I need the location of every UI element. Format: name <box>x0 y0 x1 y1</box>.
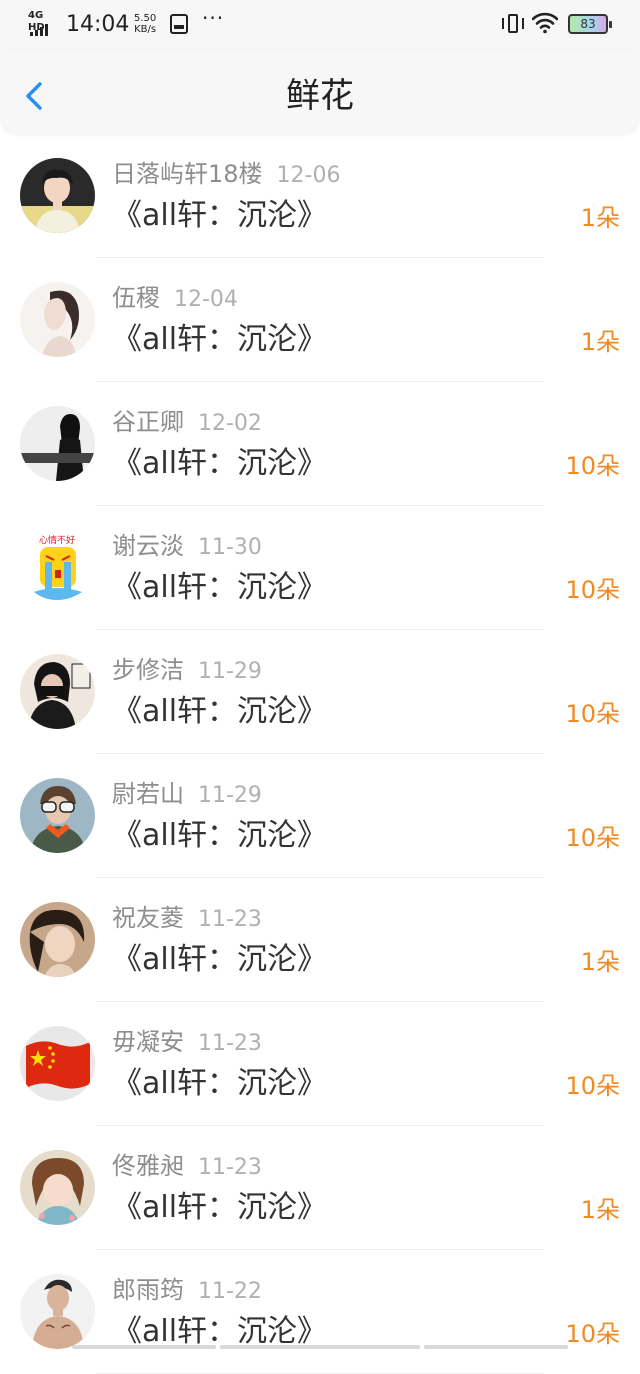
flower-count: 10朵 <box>565 1072 620 1100</box>
speed-unit: KB/s <box>134 24 157 35</box>
avatar[interactable] <box>20 406 95 481</box>
item-date: 12-04 <box>174 287 238 312</box>
avatar[interactable] <box>20 654 95 729</box>
work-title: 《all轩：沉沦》 <box>112 322 328 357</box>
work-title: 《all轩：沉沦》 <box>112 198 328 233</box>
user-name: 毋凝安 <box>112 1028 184 1056</box>
item-meta: 祝友菱 11-23 <box>112 900 262 936</box>
avatar[interactable] <box>20 158 95 233</box>
item-meta: 伍稷 12-04 <box>112 280 238 316</box>
work-title: 《all轩：沉沦》 <box>112 570 328 605</box>
work-title: 《all轩：沉沦》 <box>112 694 328 729</box>
avatar[interactable] <box>20 902 95 977</box>
avatar[interactable] <box>20 282 95 357</box>
network-speed: 5.50 KB/s <box>134 13 156 35</box>
sim-card-icon <box>170 14 188 34</box>
list-item[interactable]: 伍稷 12-04 《all轩：沉沦》 1朵 <box>0 258 640 382</box>
item-meta: 谢云淡 11-30 <box>112 528 262 564</box>
user-name: 尉若山 <box>112 780 184 808</box>
user-name: 郎雨筠 <box>112 1276 184 1304</box>
work-title: 《all轩：沉沦》 <box>112 1190 328 1225</box>
list-item[interactable]: 心情不好 谢云淡 11-30 《all轩：沉沦》 10朵 <box>0 506 640 630</box>
vibrate-icon <box>502 12 524 36</box>
flower-count: 10朵 <box>565 824 620 852</box>
flower-count: 10朵 <box>565 700 620 728</box>
item-meta: 尉若山 11-29 <box>112 776 262 812</box>
user-name: 步修洁 <box>112 656 184 684</box>
list-item[interactable]: 毋凝安 11-23 《all轩：沉沦》 10朵 <box>0 1002 640 1126</box>
item-meta: 郎雨筠 11-22 <box>112 1272 262 1308</box>
avatar[interactable] <box>20 1274 95 1349</box>
wifi-icon <box>532 12 558 34</box>
avatar[interactable] <box>20 1150 95 1225</box>
item-date: 11-23 <box>198 1155 262 1180</box>
flower-count: 1朵 <box>580 328 620 356</box>
speed-value: 5.50 <box>134 13 157 24</box>
item-meta: 佟雅昶 11-23 <box>112 1148 262 1184</box>
list-item[interactable]: 郎雨筠 11-22 《all轩：沉沦》 10朵 <box>0 1250 640 1374</box>
battery-icon: 83 <box>568 14 612 34</box>
user-name: 祝友菱 <box>112 904 184 932</box>
signal-icon: 4G HD <box>28 10 60 36</box>
item-meta: 毋凝安 11-23 <box>112 1024 262 1060</box>
flower-count: 10朵 <box>565 576 620 604</box>
flower-count: 1朵 <box>580 1196 620 1224</box>
avatar[interactable] <box>20 778 95 853</box>
user-name: 谷正卿 <box>112 408 184 436</box>
item-date: 11-30 <box>198 535 262 560</box>
list-item[interactable]: 佟雅昶 11-23 《all轩：沉沦》 1朵 <box>0 1126 640 1250</box>
avatar[interactable] <box>20 1026 95 1101</box>
work-title: 《all轩：沉沦》 <box>112 942 328 977</box>
avatar-sticker-text: 心情不好 <box>39 534 75 546</box>
list-item[interactable]: 日落屿轩18楼 12-06 《all轩：沉沦》 1朵 <box>0 134 640 258</box>
list-item[interactable]: 祝友菱 11-23 《all轩：沉沦》 1朵 <box>0 878 640 1002</box>
item-date: 11-23 <box>198 907 262 932</box>
list-item[interactable]: 尉若山 11-29 《all轩：沉沦》 10朵 <box>0 754 640 878</box>
user-name: 佟雅昶 <box>112 1152 184 1180</box>
flower-count: 10朵 <box>565 452 620 480</box>
work-title: 《all轩：沉沦》 <box>112 818 328 853</box>
list-item[interactable]: 步修洁 11-29 《all轩：沉沦》 10朵 <box>0 630 640 754</box>
work-title: 《all轩：沉沦》 <box>112 1066 328 1101</box>
navigation-bar: 鲜花 <box>0 50 640 134</box>
more-notifications-icon: ··· <box>202 6 225 30</box>
item-date: 11-23 <box>198 1031 262 1056</box>
scroll-indicator <box>0 1345 640 1351</box>
flower-list: 日落屿轩18楼 12-06 《all轩：沉沦》 1朵 伍稷 12-04 《all轩：… <box>0 134 640 1374</box>
page-title: 鲜花 <box>286 76 354 116</box>
item-date: 12-06 <box>276 163 341 188</box>
item-meta: 谷正卿 12-02 <box>112 404 262 440</box>
item-meta: 日落屿轩18楼 12-06 <box>112 156 340 192</box>
item-meta: 步修洁 11-29 <box>112 652 262 688</box>
item-date: 11-22 <box>198 1279 262 1304</box>
clock: 14:04 <box>66 12 130 37</box>
work-title: 《all轩：沉沦》 <box>112 446 328 481</box>
flower-count: 1朵 <box>580 948 620 976</box>
item-date: 11-29 <box>198 659 262 684</box>
status-bar: 4G HD 14:04 5.50 KB/s ··· 83 <box>0 0 640 50</box>
user-name: 谢云淡 <box>112 532 184 560</box>
user-name: 伍稷 <box>112 284 160 312</box>
battery-level: 83 <box>580 17 596 31</box>
item-date: 11-29 <box>198 783 262 808</box>
user-name: 日落屿轩18楼 <box>112 160 263 188</box>
avatar[interactable]: 心情不好 <box>20 530 95 605</box>
list-item[interactable]: 谷正卿 12-02 《all轩：沉沦》 10朵 <box>0 382 640 506</box>
item-date: 12-02 <box>198 411 262 436</box>
flower-count: 1朵 <box>580 204 620 232</box>
